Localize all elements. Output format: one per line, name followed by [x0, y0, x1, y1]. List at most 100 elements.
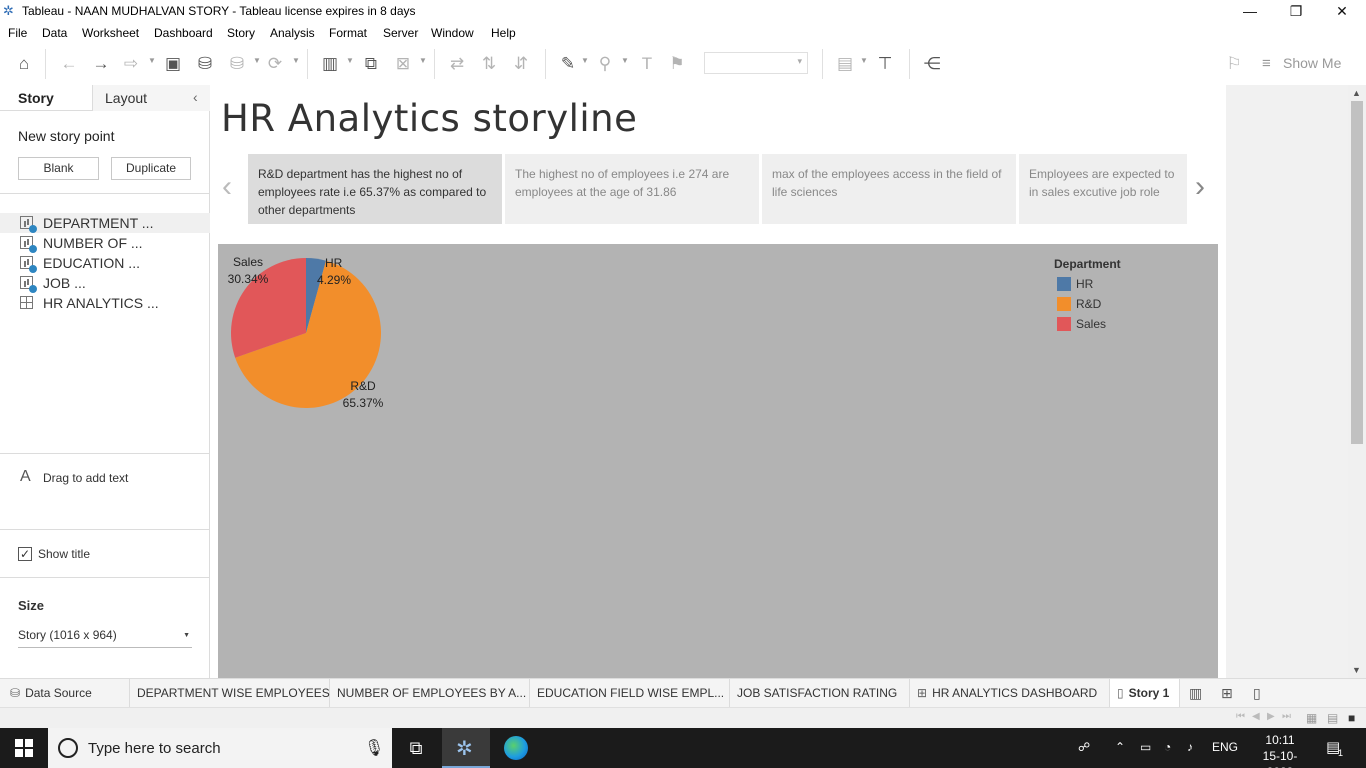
tab-job-satisfaction[interactable]: JOB SATISFACTION RATING — [730, 679, 910, 708]
new-dashboard-icon[interactable]: ⊞ — [1221, 685, 1233, 702]
menu-dashboard[interactable]: Dashboard — [154, 26, 213, 40]
task-view-icon[interactable]: ⧉ — [404, 736, 428, 760]
show-hidden-icons-icon[interactable]: ⌃ — [1115, 740, 1125, 754]
story-point-1[interactable]: R&D department has the highest no of emp… — [248, 154, 502, 224]
clear-caret-icon[interactable]: ▼ — [419, 56, 427, 65]
new-worksheet-icon[interactable]: ▥ — [319, 53, 341, 75]
redo-icon[interactable]: → — [90, 53, 112, 75]
duplicate-button[interactable]: Duplicate — [111, 157, 191, 180]
sheet-item-label: JOB ... — [43, 275, 86, 291]
clock[interactable]: 10:11 15-10-2023 — [1250, 732, 1310, 768]
show-sheet-sorter-icon[interactable]: ▤ — [1327, 711, 1338, 725]
people-icon[interactable]: ☍ — [1078, 740, 1090, 754]
volume-icon[interactable]: ♪ — [1187, 740, 1193, 754]
group-members-icon[interactable]: ⚲ — [594, 53, 616, 75]
story-point-3[interactable]: max of the employees access in the field… — [762, 154, 1016, 224]
refresh-caret-icon[interactable]: ▼ — [292, 56, 300, 65]
tab-education-field[interactable]: EDUCATION FIELD WISE EMPL... — [530, 679, 730, 708]
show-me-button[interactable]: Show Me — [1283, 55, 1341, 71]
duplicate-sheet-icon[interactable]: ⧉ — [360, 53, 382, 75]
show-cards-icon[interactable]: ▤ — [834, 53, 856, 75]
tab-story[interactable]: Story — [0, 85, 92, 111]
sheet-item-hr-analytics[interactable]: HR ANALYTICS ... — [0, 293, 210, 313]
fit-dropdown[interactable] — [704, 52, 808, 74]
restore-button[interactable]: ❐ — [1273, 0, 1319, 23]
next-sheet-icon[interactable]: ▶ — [1267, 711, 1275, 722]
windows-start-icon[interactable] — [15, 739, 33, 757]
menu-file[interactable]: File — [8, 26, 27, 40]
collapse-pane-icon[interactable]: ‹ — [193, 89, 198, 105]
sheet-item-number-of[interactable]: NUMBER OF ... — [0, 233, 210, 253]
sheet-item-department[interactable]: DEPARTMENT ... — [0, 213, 210, 233]
vertical-scrollbar[interactable]: ▲ ▼ — [1348, 85, 1366, 678]
battery-icon[interactable]: ▭ — [1140, 740, 1151, 754]
fix-axes-icon[interactable]: ⚑ — [666, 53, 688, 75]
next-story-point-icon[interactable]: › — [1195, 170, 1205, 204]
last-sheet-icon[interactable]: ⏭ — [1282, 711, 1291, 722]
menu-worksheet[interactable]: Worksheet — [82, 26, 139, 40]
format-painter-icon[interactable]: ⚐ — [1223, 53, 1245, 75]
scroll-down-icon[interactable]: ▼ — [1352, 665, 1361, 675]
share-icon[interactable]: ⋲ — [921, 53, 943, 75]
previous-story-point-icon[interactable]: ‹ — [222, 170, 232, 204]
highlight-icon[interactable]: ✎ — [557, 53, 579, 75]
previous-sheet-icon[interactable]: ◀ — [1252, 711, 1260, 722]
tab-hr-analytics-dashboard[interactable]: ⊞ HR ANALYTICS DASHBOARD — [910, 679, 1110, 708]
sheet-item-job[interactable]: JOB ... — [0, 273, 210, 293]
story-point-4[interactable]: Employees are expected to in sales excut… — [1019, 154, 1187, 224]
show-me-icon[interactable]: ≡ — [1262, 55, 1271, 72]
show-tabs-icon[interactable]: ■ — [1348, 711, 1355, 725]
wifi-icon[interactable]: ◔ — [1164, 740, 1171, 754]
new-worksheet-icon[interactable]: ▥ — [1189, 685, 1202, 702]
swap-rows-columns-icon[interactable]: ⇄ — [446, 53, 468, 75]
menu-format[interactable]: Format — [329, 26, 367, 40]
edge-browser-icon[interactable] — [504, 736, 528, 760]
menu-story[interactable]: Story — [227, 26, 255, 40]
tab-number-of-employees[interactable]: NUMBER OF EMPLOYEES BY A... — [330, 679, 530, 708]
sort-ascending-icon[interactable]: ⇅ — [478, 53, 500, 75]
pause-caret-icon[interactable]: ▼ — [253, 56, 261, 65]
tab-story-1[interactable]: ▯ Story 1 — [1110, 679, 1180, 708]
close-button[interactable]: ✕ — [1319, 0, 1365, 23]
new-story-icon[interactable]: ▯ — [1253, 685, 1261, 702]
menu-analysis[interactable]: Analysis — [270, 26, 315, 40]
sort-descending-icon[interactable]: ⇵ — [510, 53, 532, 75]
pause-updates-icon[interactable]: ⛁ — [226, 53, 248, 75]
menu-data[interactable]: Data — [42, 26, 67, 40]
scrollbar-thumb[interactable] — [1351, 101, 1363, 444]
minimize-button[interactable]: — — [1227, 0, 1273, 23]
save-icon[interactable]: ▣ — [162, 53, 184, 75]
menu-help[interactable]: Help — [491, 26, 516, 40]
clear-sheet-icon[interactable]: ⊠ — [392, 53, 414, 75]
show-cards-caret-icon[interactable]: ▼ — [860, 56, 868, 65]
menu-server[interactable]: Server — [383, 26, 418, 40]
new-worksheet-caret-icon[interactable]: ▼ — [346, 56, 354, 65]
presentation-mode-icon[interactable]: ⊤ — [874, 53, 896, 75]
first-sheet-icon[interactable]: ⏮ — [1236, 711, 1245, 722]
tableau-taskbar-button[interactable]: ✲ — [442, 728, 490, 768]
size-select[interactable]: Story (1016 x 964) — [18, 628, 192, 648]
highlight-caret-icon[interactable]: ▼ — [581, 56, 589, 65]
new-data-source-icon[interactable]: ⛁ — [194, 53, 216, 75]
tab-department-wise[interactable]: DEPARTMENT WISE EMPLOYEES — [130, 679, 330, 708]
tab-data-source[interactable]: ⛁ Data Source — [0, 679, 130, 708]
replay-icon[interactable]: ⇨ — [120, 53, 142, 75]
language-indicator[interactable]: ENG — [1212, 740, 1238, 754]
divider — [0, 453, 210, 454]
home-icon[interactable]: ⌂ — [13, 53, 35, 75]
story-point-2[interactable]: The highest no of employees i.e 274 are … — [505, 154, 759, 224]
show-mark-labels-icon[interactable]: T — [636, 53, 658, 75]
blank-button[interactable]: Blank — [18, 157, 99, 180]
undo-icon[interactable]: ← — [58, 53, 80, 75]
checkbox-checked-icon[interactable]: ✓ — [18, 547, 32, 561]
microphone-icon[interactable]: 🎙 — [364, 738, 384, 758]
scroll-up-icon[interactable]: ▲ — [1352, 88, 1361, 98]
show-filmstrip-icon[interactable]: ▦ — [1306, 711, 1317, 725]
legend-label: HR — [1076, 277, 1094, 291]
replay-caret-icon[interactable]: ▼ — [148, 56, 156, 65]
taskbar-search[interactable]: Type here to search 🎙 — [48, 728, 392, 768]
group-caret-icon[interactable]: ▼ — [621, 56, 629, 65]
refresh-icon[interactable]: ⟳ — [264, 53, 286, 75]
sheet-item-education[interactable]: EDUCATION ... — [0, 253, 210, 273]
menu-window[interactable]: Window — [431, 26, 474, 40]
